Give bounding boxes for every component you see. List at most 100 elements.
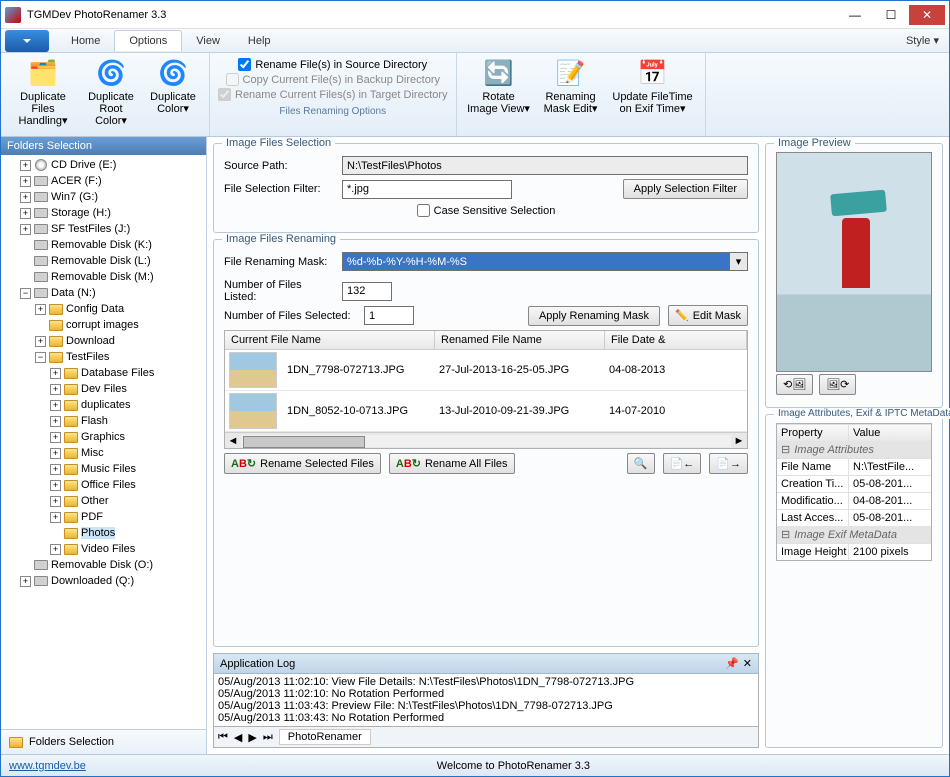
website-link[interactable]: www.tgmdev.be: [9, 760, 86, 772]
tree-toggle-icon[interactable]: +: [20, 160, 31, 171]
tree-node[interactable]: +Downloaded (Q:): [3, 573, 204, 589]
edit-mask-button[interactable]: ✏️Edit Mask: [668, 305, 748, 326]
filter-input[interactable]: [342, 180, 512, 199]
tree-node[interactable]: +Misc: [3, 445, 204, 461]
close-button[interactable]: ✕: [909, 5, 945, 25]
tab-view[interactable]: View: [182, 31, 234, 51]
files-selected-input: [364, 306, 414, 325]
apply-renaming-mask-button[interactable]: Apply Renaming Mask: [528, 306, 660, 326]
rotate-left-button[interactable]: ⟲🖼: [776, 374, 813, 395]
tree-node[interactable]: +Other: [3, 493, 204, 509]
tree-node[interactable]: +Graphics: [3, 429, 204, 445]
collapse-icon[interactable]: ⊟: [781, 528, 790, 541]
tree-node[interactable]: +PDF: [3, 509, 204, 525]
tree-node[interactable]: +Flash: [3, 413, 204, 429]
rotate-right-button[interactable]: 🖼⟳: [819, 374, 856, 395]
renaming-mask-combo[interactable]: ▾: [342, 252, 748, 271]
sidebar-footer[interactable]: Folders Selection: [1, 729, 206, 754]
application-log[interactable]: 05/Aug/2013 11:02:10: View File Details:…: [213, 674, 759, 727]
rename-source-checkbox[interactable]: Rename File(s) in Source Directory: [238, 57, 427, 72]
tree-node[interactable]: +Removable Disk (L:): [3, 253, 204, 269]
tree-node[interactable]: +Storage (H:): [3, 205, 204, 221]
attributes-table[interactable]: Property Value ⊟Image Attributes File Na…: [776, 423, 932, 561]
tree-toggle-icon[interactable]: +: [20, 224, 31, 235]
tree-toggle-icon[interactable]: +: [50, 416, 61, 427]
tree-toggle-icon[interactable]: +: [50, 432, 61, 443]
next-file-button[interactable]: 📄→: [709, 453, 748, 474]
rotate-image-view-button[interactable]: 🔄 Rotate Image View▾: [463, 55, 535, 117]
minimize-button[interactable]: —: [837, 5, 873, 25]
table-hscrollbar[interactable]: ◄►: [225, 432, 747, 448]
tree-node[interactable]: +Download: [3, 333, 204, 349]
col-renamed[interactable]: Renamed File Name: [435, 331, 605, 349]
log-last-button[interactable]: ⏭: [263, 731, 273, 744]
tree-node[interactable]: +Dev Files: [3, 381, 204, 397]
tab-options[interactable]: Options: [114, 30, 182, 51]
col-current[interactable]: Current File Name: [225, 331, 435, 349]
source-path-input[interactable]: [342, 156, 748, 175]
tree-node[interactable]: +Removable Disk (K:): [3, 237, 204, 253]
tree-toggle-icon[interactable]: +: [50, 464, 61, 475]
duplicate-root-color-button[interactable]: 🌀 Duplicate Root Color▾: [79, 55, 143, 129]
folders-tree[interactable]: +CD Drive (E:)+ACER (F:)+Win7 (G:)+Stora…: [1, 155, 206, 729]
tree-node[interactable]: −Data (N:): [3, 285, 204, 301]
tree-toggle-icon[interactable]: +: [35, 304, 46, 315]
rename-selected-files-button[interactable]: AB↻Rename Selected Files: [224, 453, 381, 474]
tree-node[interactable]: +Win7 (G:): [3, 189, 204, 205]
tree-node[interactable]: +SF TestFiles (J:): [3, 221, 204, 237]
chevron-down-icon[interactable]: ▾: [730, 252, 748, 271]
log-first-button[interactable]: ⏮: [218, 731, 228, 744]
tree-toggle-icon[interactable]: −: [35, 352, 46, 363]
case-sensitive-checkbox[interactable]: Case Sensitive Selection: [417, 203, 556, 218]
rename-all-files-button[interactable]: AB↻Rename All Files: [389, 453, 515, 474]
tab-home[interactable]: Home: [57, 31, 114, 51]
tree-toggle-icon[interactable]: +: [50, 512, 61, 523]
tree-node[interactable]: +corrupt images: [3, 317, 204, 333]
pin-icon[interactable]: 📌: [725, 657, 739, 670]
close-log-icon[interactable]: ✕: [743, 657, 752, 670]
table-row[interactable]: 1DN_8052-10-0713.JPG13-Jul-2010-09-21-39…: [225, 391, 747, 432]
tree-toggle-icon[interactable]: +: [20, 192, 31, 203]
tree-toggle-icon[interactable]: +: [50, 400, 61, 411]
tree-node[interactable]: +Removable Disk (M:): [3, 269, 204, 285]
tree-node[interactable]: +Database Files: [3, 365, 204, 381]
update-filetime-button[interactable]: 📅 Update FileTime on Exif Time▾: [607, 55, 699, 117]
maximize-button[interactable]: ☐: [873, 5, 909, 25]
tree-node[interactable]: +ACER (F:): [3, 173, 204, 189]
tree-toggle-icon[interactable]: +: [20, 576, 31, 587]
tree-toggle-icon[interactable]: +: [20, 208, 31, 219]
tree-node[interactable]: +Office Files: [3, 477, 204, 493]
log-next-button[interactable]: ▶: [248, 731, 256, 744]
tab-help[interactable]: Help: [234, 31, 285, 51]
file-menu-button[interactable]: [5, 30, 49, 52]
tree-toggle-icon[interactable]: +: [50, 384, 61, 395]
log-tab[interactable]: PhotoRenamer: [279, 729, 371, 745]
tree-node[interactable]: +Photos: [3, 525, 204, 541]
tree-toggle-icon[interactable]: +: [50, 496, 61, 507]
tree-node[interactable]: −TestFiles: [3, 349, 204, 365]
col-date[interactable]: File Date &: [605, 331, 747, 349]
tree-toggle-icon[interactable]: +: [50, 544, 61, 555]
tree-toggle-icon[interactable]: +: [50, 448, 61, 459]
collapse-icon[interactable]: ⊟: [781, 443, 790, 456]
tree-node[interactable]: +Config Data: [3, 301, 204, 317]
tree-toggle-icon[interactable]: +: [50, 368, 61, 379]
apply-selection-filter-button[interactable]: Apply Selection Filter: [623, 179, 748, 199]
tree-node[interactable]: +Music Files: [3, 461, 204, 477]
table-row[interactable]: 1DN_7798-072713.JPG27-Jul-2013-16-25-05.…: [225, 350, 747, 391]
style-menu[interactable]: Style ▾: [896, 30, 949, 51]
tree-toggle-icon[interactable]: +: [50, 480, 61, 491]
tree-node[interactable]: +Removable Disk (O:): [3, 557, 204, 573]
tree-node[interactable]: +Video Files: [3, 541, 204, 557]
duplicate-color-button[interactable]: 🌀 Duplicate Color▾: [143, 55, 203, 129]
log-prev-button[interactable]: ◀: [234, 731, 242, 744]
duplicate-files-handling-button[interactable]: 🗂️ Duplicate Files Handling▾: [7, 55, 79, 129]
tree-node[interactable]: +duplicates: [3, 397, 204, 413]
tree-toggle-icon[interactable]: −: [20, 288, 31, 299]
search-button[interactable]: 🔍: [627, 453, 655, 474]
renaming-mask-edit-button[interactable]: 📝 Renaming Mask Edit▾: [535, 55, 607, 117]
tree-node[interactable]: +CD Drive (E:): [3, 157, 204, 173]
tree-toggle-icon[interactable]: +: [35, 336, 46, 347]
tree-toggle-icon[interactable]: +: [20, 176, 31, 187]
prev-file-button[interactable]: 📄←: [663, 453, 702, 474]
